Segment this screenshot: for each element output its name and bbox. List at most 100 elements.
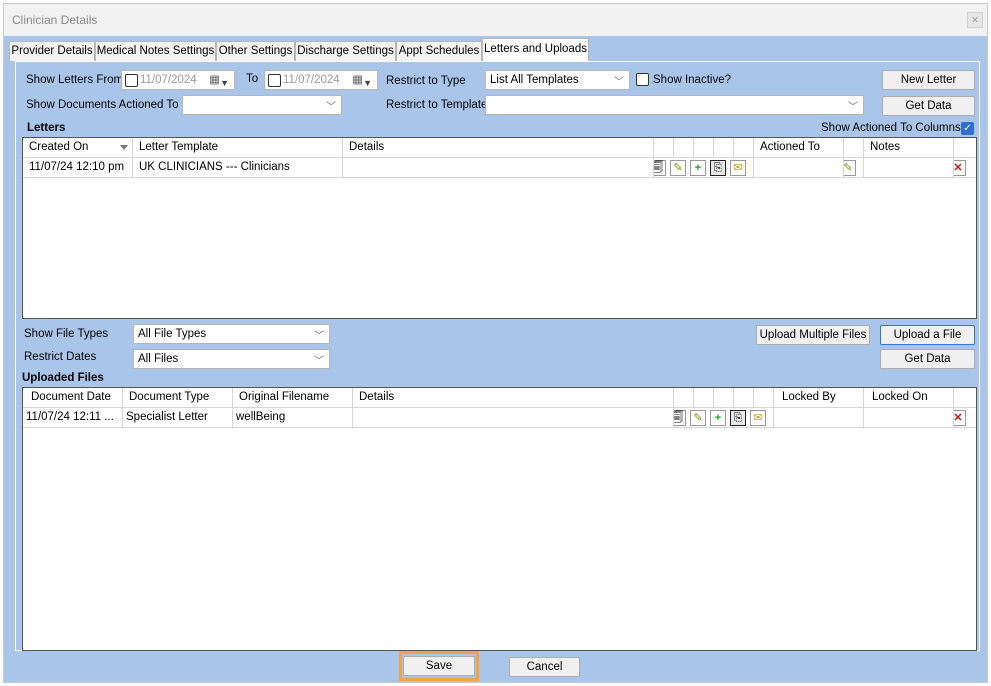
restrict-to-template-select[interactable]: ﹀ [485, 95, 864, 115]
chevron-down-icon: ▼ [220, 78, 229, 88]
upload-a-file-button[interactable]: Upload a File [880, 325, 975, 345]
to-date-value: 11/07/2024 [283, 74, 340, 86]
edit-icon[interactable]: ✎ [670, 160, 686, 176]
letter-details-cell[interactable] [343, 158, 654, 178]
restrict-to-template-label: Restrict to Template [386, 99, 488, 111]
letters-section-label: Letters [27, 122, 66, 134]
chevron-down-icon: ﹀ [314, 331, 324, 342]
sort-desc-icon [120, 145, 128, 150]
window-title: Clinician Details [12, 13, 98, 27]
from-date-checkbox[interactable] [125, 74, 138, 87]
to-label: To [246, 73, 259, 85]
restrict-dates-label: Restrict Dates [24, 351, 97, 363]
column-header-details[interactable]: Details [353, 388, 674, 408]
restrict-to-type-value: List All Templates [490, 74, 579, 86]
restrict-dates-select[interactable]: All Files ﹀ [133, 349, 330, 369]
column-header-locked-on[interactable]: Locked On [864, 388, 954, 408]
show-inactive-checkbox[interactable] [636, 73, 649, 86]
upload-actions-cell: 🗐 ✎ + ⎘ ✉ [674, 408, 774, 428]
main-area: Provider Details Medical Notes Settings … [4, 36, 987, 656]
email-icon[interactable]: ✉ [750, 410, 766, 426]
email-icon[interactable]: ✉ [730, 160, 746, 176]
column-header-details[interactable]: Details [343, 138, 654, 158]
delete-icon[interactable]: ✕ [954, 160, 966, 176]
tab-letters-and-uploads[interactable]: Letters and Uploads [482, 38, 589, 61]
column-header-locked-by[interactable]: Locked By [774, 388, 864, 408]
add-icon[interactable]: + [710, 410, 726, 426]
cancel-button[interactable]: Cancel [509, 657, 580, 677]
view-icon[interactable]: 🗐 [654, 160, 666, 176]
upload-document-type-cell[interactable]: Specialist Letter [123, 408, 233, 428]
column-header-blank [654, 138, 674, 158]
save-button[interactable]: Save [403, 656, 475, 676]
column-header-blank [674, 138, 694, 158]
column-header-blank [954, 388, 976, 408]
upload-locked-on-cell[interactable] [864, 408, 954, 428]
letter-template-cell[interactable]: UK CLINICIANS --- Clinicians [133, 158, 343, 178]
upload-multiple-files-button[interactable]: Upload Multiple Files [756, 325, 870, 345]
tab-provider-details[interactable]: Provider Details [9, 41, 95, 61]
edit-icon[interactable]: ✎ [844, 160, 856, 176]
close-icon[interactable]: ✕ [967, 12, 983, 28]
dialog-footer [4, 656, 987, 682]
show-documents-actioned-to-select[interactable]: ﹀ [182, 95, 342, 115]
upload-details-cell[interactable] [353, 408, 674, 428]
tab-medical-notes-settings[interactable]: Medical Notes Settings [95, 41, 216, 61]
column-header-actioned-to[interactable]: Actioned To [754, 138, 844, 158]
new-letter-button[interactable]: New Letter [882, 70, 975, 90]
column-header-created-on[interactable]: Created On [23, 138, 133, 158]
chevron-down-icon: ﹀ [314, 356, 324, 367]
to-date-checkbox[interactable] [268, 74, 281, 87]
file-types-select[interactable]: All File Types ﹀ [133, 324, 330, 344]
file-types-value: All File Types [138, 328, 207, 340]
column-header-document-type[interactable]: Document Type [123, 388, 233, 408]
column-header-blank [674, 388, 694, 408]
column-header-letter-template[interactable]: Letter Template [133, 138, 343, 158]
column-header-blank [734, 138, 754, 158]
restrict-dates-value: All Files [138, 353, 179, 365]
to-date-picker[interactable]: 11/07/2024 ▦ ▼ [264, 70, 378, 90]
restrict-to-type-select[interactable]: List All Templates ﹀ [485, 70, 630, 90]
tab-discharge-settings[interactable]: Discharge Settings [295, 41, 396, 61]
chevron-down-icon: ﹀ [326, 102, 336, 113]
upload-document-date-cell[interactable]: 11/07/24 12:11 ... [23, 408, 123, 428]
actioned-edit-cell: ✎ [844, 158, 864, 178]
from-date-picker[interactable]: 11/07/2024 ▦ ▼ [121, 70, 235, 90]
letter-actioned-to-cell[interactable] [754, 158, 844, 178]
tab-appt-schedules[interactable]: Appt Schedules [396, 41, 482, 61]
letter-created-on-cell[interactable]: 11/07/24 12:10 pm [23, 158, 133, 178]
column-header-original-filename[interactable]: Original Filename [233, 388, 353, 408]
delete-icon[interactable]: ✕ [954, 410, 966, 426]
chevron-down-icon: ﹀ [848, 102, 858, 113]
edit-icon[interactable]: ✎ [690, 410, 706, 426]
column-header-blank [844, 138, 864, 158]
show-actioned-to-columns-checkbox[interactable]: ✓ [961, 122, 974, 135]
uploaded-files-section-label: Uploaded Files [22, 372, 104, 384]
column-header-document-date[interactable]: Document Date [23, 388, 123, 408]
show-inactive-label: Show Inactive? [653, 74, 731, 86]
show-file-types-label: Show File Types [24, 328, 109, 340]
from-date-value: 11/07/2024 [140, 74, 197, 86]
letter-actions-cell: 🗐 ✎ + ⎘ ✉ [654, 158, 754, 178]
show-documents-actioned-to-label: Show Documents Actioned To [26, 99, 179, 111]
calendar-icon[interactable]: ▦ [209, 71, 220, 89]
upload-locked-by-cell[interactable] [774, 408, 864, 428]
add-icon[interactable]: + [690, 160, 706, 176]
copy-icon[interactable]: ⎘ [730, 410, 746, 426]
copy-icon[interactable]: ⎘ [710, 160, 726, 176]
clinician-details-window: Clinician Details ✕ Provider Details Med… [3, 3, 988, 683]
tab-other-settings[interactable]: Other Settings [216, 41, 295, 61]
uploads-get-data-button[interactable]: Get Data [880, 349, 975, 369]
upload-filename-cell[interactable]: wellBeing [233, 408, 353, 428]
get-data-button[interactable]: Get Data [882, 96, 975, 116]
column-header-blank [734, 388, 754, 408]
letters-uploads-panel: Show Letters From 11/07/2024 ▦ ▼ To 11/0… [15, 61, 980, 651]
show-letters-from-label: Show Letters From [26, 74, 124, 86]
letter-notes-cell[interactable] [864, 158, 954, 178]
column-header-notes[interactable]: Notes [864, 138, 954, 158]
view-icon[interactable]: 🗐 [674, 410, 686, 426]
letter-delete-cell: ✕ [954, 158, 976, 178]
letters-grid: Created On Letter Template Details Actio… [22, 137, 977, 319]
show-actioned-to-columns-label: Show Actioned To Columns [821, 122, 961, 134]
calendar-icon[interactable]: ▦ [352, 71, 363, 89]
